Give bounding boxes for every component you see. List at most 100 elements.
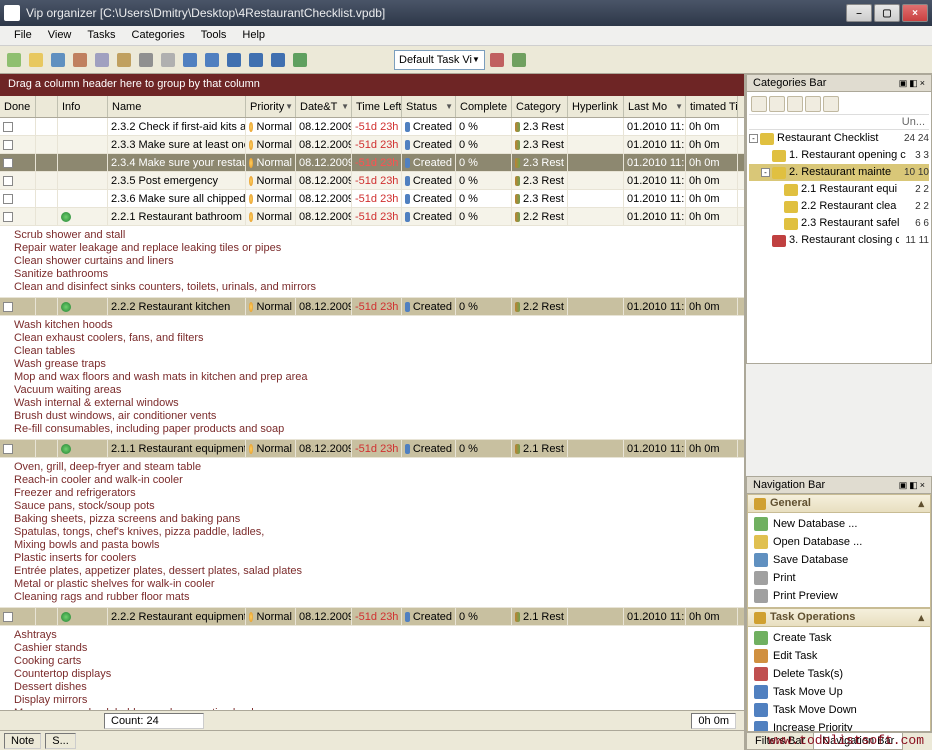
tree-item[interactable]: 1. Restaurant opening c3 3 [749,147,929,164]
tb-open-icon[interactable] [26,50,46,70]
menu-view[interactable]: View [40,26,80,45]
grid-footer: Count: 24 0h 0m [0,710,744,730]
task-row[interactable]: 2.3.4 Make sure your restaurant Normal08… [0,154,744,172]
task-row[interactable]: 2.3.6 Make sure all chipped, Normal08.12… [0,190,744,208]
minimize-button[interactable]: – [846,4,872,22]
nav-item[interactable]: Edit Task [748,647,930,665]
nav-section-header[interactable]: Task Operations▴ [747,608,931,627]
nav-section-body: Create TaskEdit TaskDelete Task(s)Task M… [747,627,931,732]
note-label[interactable]: Note [4,733,41,749]
task-notes: Scrub shower and stallRepair water leaka… [0,226,744,298]
nav-item[interactable]: Delete Task(s) [748,665,930,683]
panel-opts-icon[interactable]: ◧ [909,78,918,88]
col-header[interactable]: timated Tim [686,96,738,117]
nav-item[interactable]: Task Move Down [748,701,930,719]
tb-down-icon[interactable] [246,50,266,70]
menu-categories[interactable]: Categories [124,26,193,45]
col-header[interactable] [36,96,58,117]
task-row[interactable]: 2.3.2 Check if first-aid kits are Normal… [0,118,744,136]
group-header[interactable]: Drag a column header here to group by th… [0,74,744,96]
app-icon [4,5,20,21]
col-header[interactable]: Hyperlink [568,96,624,117]
cat-up-icon[interactable] [805,96,821,112]
categories-panel-title: Categories Bar ▣◧× [746,74,932,92]
task-notes: Oven, grill, deep-fryer and steam tableR… [0,458,744,608]
menu-file[interactable]: File [6,26,40,45]
panel-pin-icon[interactable]: ▣ [899,78,908,88]
nav-pin-icon[interactable]: ▣ [899,480,908,490]
menubar: FileViewTasksCategoriesToolsHelp [0,26,932,46]
col-header[interactable]: Category [512,96,568,117]
nav-item[interactable]: Create Task [748,629,930,647]
categories-tree: -Restaurant Checklist24 241. Restaurant … [749,130,929,249]
panel-close-icon[interactable]: × [920,78,925,88]
tb-cut-icon[interactable] [70,50,90,70]
col-header[interactable]: Priority▼ [246,96,296,117]
nav-panel-title: Navigation Bar ▣◧× [746,476,932,494]
tb-print-icon[interactable] [136,50,156,70]
nav-section-header[interactable]: General▴ [747,494,931,513]
nav-opts-icon[interactable]: ◧ [909,480,918,490]
nav-item[interactable]: Print [748,569,930,587]
col-header[interactable]: Info [58,96,108,117]
col-header[interactable]: Name [108,96,246,117]
tb-save-icon[interactable] [48,50,68,70]
tb-pp-icon[interactable] [158,50,178,70]
nav-item[interactable]: Print Preview [748,587,930,605]
tb-inc-icon[interactable] [268,50,288,70]
tb-new-icon[interactable] [4,50,24,70]
nav-panel: General▴ New Database ...Open Database ..… [746,494,932,732]
tree-item[interactable]: 2.1 Restaurant equi2 2 [749,181,929,198]
col-header[interactable]: Done [0,96,36,117]
task-row[interactable]: 2.2.2 Restaurant kitchen Normal08.12.200… [0,298,744,316]
task-row[interactable]: 2.2.1 Restaurant bathroom Normal08.12.20… [0,208,744,226]
tb-x-icon[interactable] [487,50,507,70]
toolbar: Default Task Vi▼ [0,46,932,74]
maximize-button[interactable]: ▢ [874,4,900,22]
col-header[interactable]: Complete [456,96,512,117]
categories-toolbar [749,94,929,115]
cat-add-icon[interactable] [751,96,767,112]
task-notes: AshtraysCashier standsCooking cartsCount… [0,626,744,710]
s-label[interactable]: S... [45,733,76,749]
menu-tools[interactable]: Tools [193,26,235,45]
tb-up-icon[interactable] [224,50,244,70]
task-row[interactable]: 2.3.5 Post emergency Normal08.12.2009-51… [0,172,744,190]
tree-item[interactable]: -2. Restaurant mainte10 10 [749,164,929,181]
tb-sync-icon[interactable] [290,50,310,70]
column-headers: Done InfoNamePriority▼Date&T▼Time LeftSta… [0,96,744,118]
view-combo-label: Default Task Vi [399,54,472,66]
close-button[interactable]: × [902,4,928,22]
task-notes: Wash kitchen hoodsClean exhaust coolers,… [0,316,744,440]
task-row[interactable]: 2.2.2 Restaurant equipment for Normal08.… [0,608,744,626]
tree-item[interactable]: 3. Restaurant closing c11 11 [749,232,929,249]
task-row[interactable]: 2.1.1 Restaurant equipment for Normal08.… [0,440,744,458]
col-header[interactable]: Date&T▼ [296,96,352,117]
col-header[interactable]: Last Mo▼ [624,96,686,117]
tb-undo-icon[interactable] [180,50,200,70]
nav-item[interactable]: New Database ... [748,515,930,533]
nav-item[interactable]: Task Move Up [748,683,930,701]
grid-body: 2.3.2 Check if first-aid kits are Normal… [0,118,744,710]
nav-item[interactable]: Increase Priority [748,719,930,732]
tb-paste-icon[interactable] [114,50,134,70]
col-header[interactable]: Status▼ [402,96,456,117]
nav-close-icon[interactable]: × [920,480,925,490]
cat-edit-icon[interactable] [769,96,785,112]
tree-item[interactable]: -Restaurant Checklist24 24 [749,130,929,147]
view-combo[interactable]: Default Task Vi▼ [394,50,485,70]
cat-del-icon[interactable] [787,96,803,112]
menu-help[interactable]: Help [234,26,273,45]
count-box: Count: 24 [104,713,204,729]
nav-item[interactable]: Open Database ... [748,533,930,551]
menu-tasks[interactable]: Tasks [79,26,123,45]
cat-down-icon[interactable] [823,96,839,112]
tb-redo-icon[interactable] [202,50,222,70]
tb-apply-icon[interactable] [509,50,529,70]
tb-copy-icon[interactable] [92,50,112,70]
nav-item[interactable]: Save Database [748,551,930,569]
task-row[interactable]: 2.3.3 Make sure at least one Normal08.12… [0,136,744,154]
col-header[interactable]: Time Left [352,96,402,117]
tree-item[interactable]: 2.2 Restaurant clea2 2 [749,198,929,215]
tree-item[interactable]: 2.3 Restaurant safel6 6 [749,215,929,232]
